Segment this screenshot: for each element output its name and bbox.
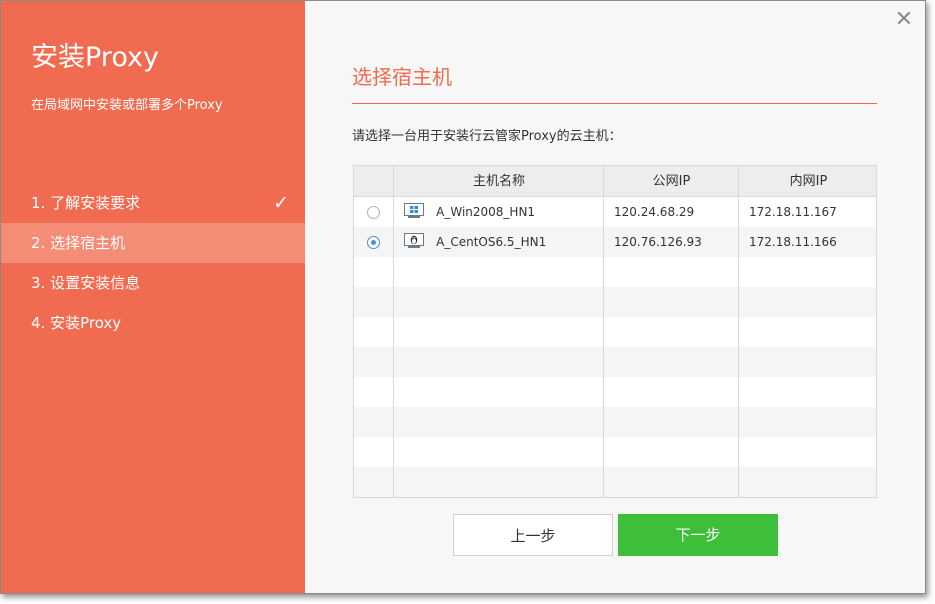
host-radio[interactable] xyxy=(367,236,380,249)
title-divider xyxy=(352,103,877,104)
header-host-name[interactable]: 主机名称 xyxy=(394,166,604,196)
step-install-settings[interactable]: 3. 设置安装信息 xyxy=(1,263,305,303)
column-divider xyxy=(393,166,394,497)
empty-row xyxy=(354,287,876,317)
table-row[interactable]: A_CentOS6.5_HN1 120.76.126.93 172.18.11.… xyxy=(354,227,876,257)
linux-icon xyxy=(404,233,424,248)
instruction-text: 请选择一台用于安装行云管家Proxy的云主机： xyxy=(352,129,622,144)
step-label: 3. 设置安装信息 xyxy=(31,274,141,292)
previous-button[interactable]: 上一步 xyxy=(453,514,613,556)
step-label: 2. 选择宿主机 xyxy=(31,234,126,252)
empty-row xyxy=(354,257,876,287)
empty-row xyxy=(354,347,876,377)
step-learn-requirements[interactable]: 1. 了解安装要求 ✓ xyxy=(1,183,305,223)
header-public-ip[interactable]: 公网IP xyxy=(604,166,739,196)
checkmark-icon: ✓ xyxy=(273,192,289,214)
wizard-steps: 1. 了解安装要求 ✓ 2. 选择宿主机 3. 设置安装信息 4. 安装Prox… xyxy=(1,183,305,343)
column-divider xyxy=(603,166,604,497)
header-private-ip[interactable]: 内网IP xyxy=(739,166,876,196)
host-table: A_Win2008_HN1 120.24.68.29 172.18.11.167 xyxy=(353,165,877,498)
public-ip-cell: 120.76.126.93 xyxy=(614,235,702,249)
host-name: A_CentOS6.5_HN1 xyxy=(436,235,547,249)
host-radio[interactable] xyxy=(367,206,380,219)
wizard-sidebar: 安装Proxy 在局域网中安装或部署多个Proxy 1. 了解安装要求 ✓ 2.… xyxy=(1,1,305,593)
step-install-proxy[interactable]: 4. 安装Proxy xyxy=(1,303,305,343)
close-icon[interactable]: ✕ xyxy=(893,9,915,31)
empty-row xyxy=(354,437,876,467)
host-name-cell: A_CentOS6.5_HN1 xyxy=(394,227,604,257)
step-select-host[interactable]: 2. 选择宿主机 xyxy=(1,223,305,263)
windows-icon xyxy=(404,203,424,218)
host-name: A_Win2008_HN1 xyxy=(436,205,536,219)
header-select xyxy=(354,166,394,196)
main-panel: ✕ 选择宿主机 请选择一台用于安装行云管家Proxy的云主机： A_Win200… xyxy=(305,1,925,593)
private-ip-cell: 172.18.11.166 xyxy=(749,235,837,249)
table-header: 主机名称 公网IP 内网IP xyxy=(354,166,876,197)
step-label: 4. 安装Proxy xyxy=(31,314,122,332)
column-divider xyxy=(738,166,739,497)
empty-row xyxy=(354,407,876,437)
table-row[interactable]: A_Win2008_HN1 120.24.68.29 172.18.11.167 xyxy=(354,197,876,227)
sidebar-title: 安装Proxy xyxy=(31,42,159,73)
public-ip-cell: 120.24.68.29 xyxy=(614,205,695,219)
host-name-cell: A_Win2008_HN1 xyxy=(394,197,604,227)
private-ip-cell: 172.18.11.167 xyxy=(749,205,837,219)
empty-row xyxy=(354,317,876,347)
next-button[interactable]: 下一步 xyxy=(618,514,778,556)
step-label: 1. 了解安装要求 xyxy=(31,194,141,212)
sidebar-subtitle: 在局域网中安装或部署多个Proxy xyxy=(31,98,223,113)
empty-row xyxy=(354,377,876,407)
install-proxy-dialog: 安装Proxy 在局域网中安装或部署多个Proxy 1. 了解安装要求 ✓ 2.… xyxy=(0,0,926,594)
page-title: 选择宿主机 xyxy=(352,65,452,89)
empty-row xyxy=(354,467,876,497)
